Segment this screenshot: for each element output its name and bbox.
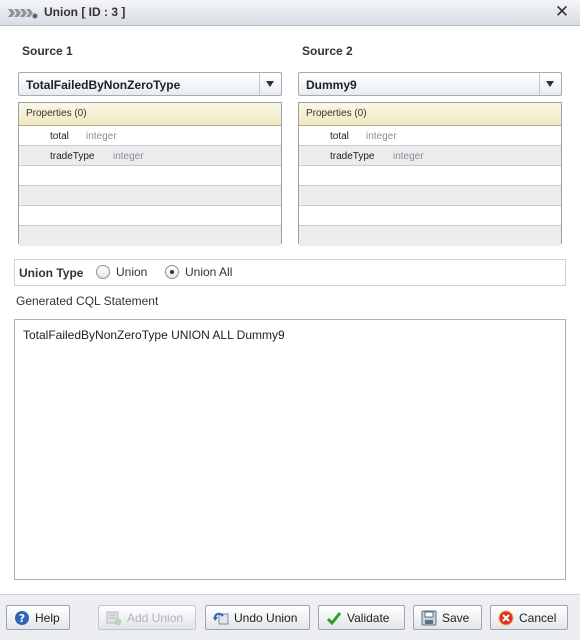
cancel-button[interactable]: Cancel bbox=[490, 605, 568, 630]
table-row bbox=[19, 206, 281, 226]
table-row bbox=[299, 206, 561, 226]
undo-union-button-label: Undo Union bbox=[234, 611, 298, 625]
source1-properties-header: Properties (0) bbox=[19, 103, 281, 126]
chevron-down-icon[interactable] bbox=[539, 73, 561, 95]
source1-properties-table: Properties (0) total integer tradeType i… bbox=[18, 102, 282, 246]
union-all-radio[interactable] bbox=[165, 265, 179, 279]
union-radio[interactable] bbox=[96, 265, 110, 279]
property-name: total bbox=[330, 131, 349, 142]
union-radio-label[interactable]: Union bbox=[116, 265, 147, 279]
union-type-label: Union Type bbox=[19, 266, 84, 280]
table-row[interactable]: total integer bbox=[19, 126, 281, 146]
help-icon: ? bbox=[15, 611, 29, 625]
source1-selected-value: TotalFailedByNonZeroType bbox=[26, 78, 181, 92]
source2-selected-value: Dummy9 bbox=[306, 78, 357, 92]
property-type: integer bbox=[113, 151, 144, 162]
cql-statement-label: Generated CQL Statement bbox=[16, 294, 159, 308]
cql-statement-textarea[interactable]: TotalFailedByNonZeroType UNION ALL Dummy… bbox=[14, 319, 566, 580]
property-type: integer bbox=[366, 131, 397, 142]
table-row[interactable]: tradeType integer bbox=[19, 146, 281, 166]
source1-label: Source 1 bbox=[22, 44, 73, 58]
checkmark-icon bbox=[326, 612, 342, 626]
property-type: integer bbox=[86, 131, 117, 142]
undo-icon bbox=[213, 612, 229, 625]
chevron-down-icon[interactable] bbox=[259, 73, 281, 95]
table-row bbox=[19, 226, 281, 246]
button-bar: ? Help Add Union Undo Union Validate Sav… bbox=[0, 594, 580, 640]
property-type: integer bbox=[393, 151, 424, 162]
source1-select[interactable]: TotalFailedByNonZeroType bbox=[18, 72, 282, 96]
union-all-radio-label[interactable]: Union All bbox=[185, 265, 232, 279]
help-button[interactable]: ? Help bbox=[6, 605, 70, 630]
add-union-button-label: Add Union bbox=[127, 611, 184, 625]
cancel-icon bbox=[498, 610, 514, 626]
validate-button[interactable]: Validate bbox=[318, 605, 405, 630]
cancel-button-label: Cancel bbox=[519, 611, 557, 625]
save-icon bbox=[421, 610, 437, 626]
table-row bbox=[19, 166, 281, 186]
union-icon bbox=[8, 9, 38, 19]
cql-statement-text: TotalFailedByNonZeroType UNION ALL Dummy… bbox=[23, 328, 285, 342]
table-row bbox=[19, 186, 281, 206]
source2-select[interactable]: Dummy9 bbox=[298, 72, 562, 96]
radio-selected-dot bbox=[170, 270, 174, 274]
table-row bbox=[299, 226, 561, 246]
property-name: tradeType bbox=[50, 151, 95, 162]
window-title: Union [ ID : 3 ] bbox=[44, 5, 126, 19]
add-union-icon bbox=[106, 611, 122, 626]
table-row bbox=[299, 186, 561, 206]
property-name: tradeType bbox=[330, 151, 375, 162]
save-button-label: Save bbox=[442, 611, 470, 625]
close-button[interactable]: ✕ bbox=[554, 3, 570, 21]
add-union-button[interactable]: Add Union bbox=[98, 605, 196, 630]
table-row[interactable]: tradeType integer bbox=[299, 146, 561, 166]
help-button-label: Help bbox=[35, 611, 60, 625]
undo-union-button[interactable]: Undo Union bbox=[205, 605, 310, 630]
source2-properties-table: Properties (0) total integer tradeType i… bbox=[298, 102, 562, 246]
source2-label: Source 2 bbox=[302, 44, 353, 58]
close-icon[interactable]: ✕ bbox=[555, 2, 569, 21]
property-name: total bbox=[50, 131, 69, 142]
save-button[interactable]: Save bbox=[413, 605, 482, 630]
union-type-group: Union Type Union Union All bbox=[14, 259, 566, 286]
source2-properties-header: Properties (0) bbox=[299, 103, 561, 126]
table-row[interactable]: total integer bbox=[299, 126, 561, 146]
svg-text:?: ? bbox=[19, 612, 25, 625]
title-bar: Union [ ID : 3 ] ✕ bbox=[0, 0, 580, 26]
validate-button-label: Validate bbox=[347, 611, 390, 625]
table-row bbox=[299, 166, 561, 186]
